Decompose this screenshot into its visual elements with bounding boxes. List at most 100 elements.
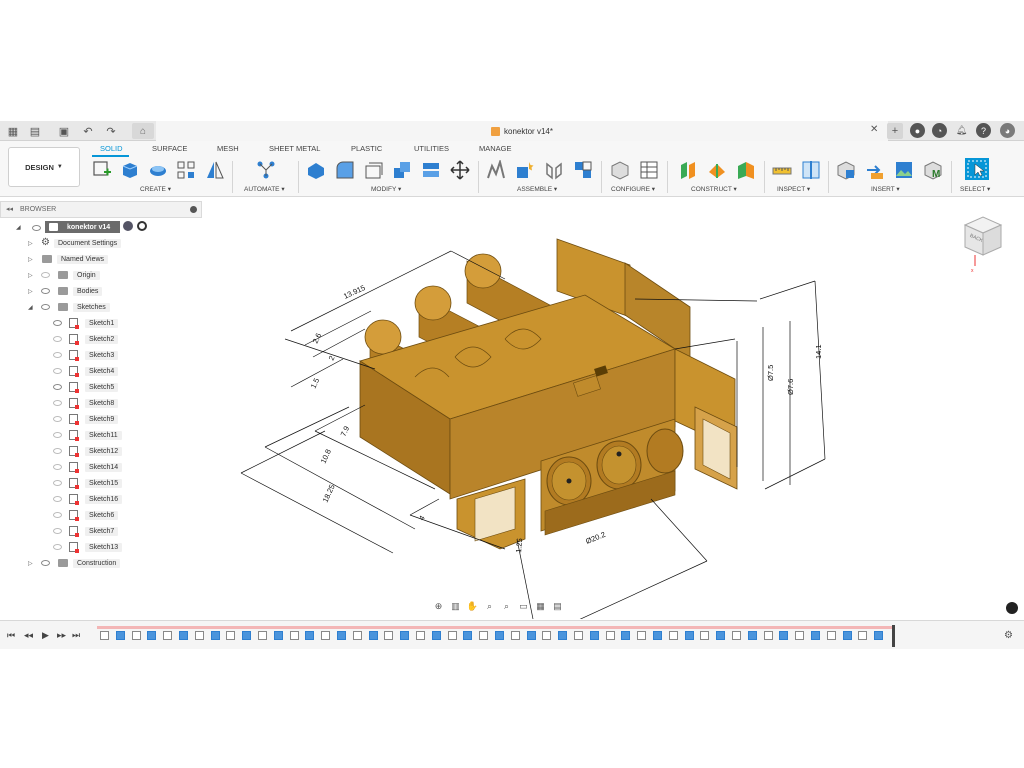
browser-node-sketch[interactable]: Sketch5 [85, 381, 119, 394]
timeline-feature-icon[interactable] [779, 631, 789, 640]
tab-solid[interactable]: SOLID [100, 144, 123, 153]
as-built-joint-icon[interactable] [544, 160, 564, 180]
plane-at-angle-icon[interactable] [707, 160, 727, 180]
browser-node-construction[interactable]: Construction [73, 557, 121, 570]
rectangular-pattern-icon[interactable] [176, 160, 196, 180]
tab-plastic[interactable]: PLASTIC [351, 144, 382, 153]
browser-node-sketch[interactable]: Sketch3 [85, 349, 119, 362]
extensions-icon[interactable]: ● [910, 123, 925, 138]
browser-node-document-settings[interactable]: Document Settings [54, 237, 122, 250]
tab-manage[interactable]: MANAGE [479, 144, 512, 153]
zoom-icon[interactable]: ⌕ [483, 600, 496, 613]
tab-surface[interactable]: SURFACE [152, 144, 187, 153]
visibility-eye-icon[interactable] [32, 225, 41, 231]
timeline-feature-icon[interactable] [400, 631, 410, 640]
timeline-feature-icon[interactable] [826, 631, 836, 640]
browser-node-sketch[interactable]: Sketch6 [85, 509, 119, 522]
timeline-feature-icon[interactable] [605, 631, 615, 640]
visibility-eye-icon[interactable] [53, 336, 62, 342]
group-create[interactable]: CREATE ▾ [140, 185, 171, 193]
view-cube[interactable]: BACK x [963, 216, 1003, 274]
group-select[interactable]: SELECT ▾ [960, 185, 990, 193]
shell-icon[interactable] [364, 160, 384, 180]
timeline-marker[interactable] [892, 625, 895, 647]
timeline-feature-icon[interactable] [226, 631, 236, 640]
revolve-icon[interactable] [148, 160, 168, 180]
visibility-eye-icon[interactable] [53, 416, 62, 422]
timeline-feature-icon[interactable] [131, 631, 141, 640]
visibility-eye-icon[interactable] [53, 528, 62, 534]
timeline-feature-icon[interactable] [637, 631, 647, 640]
automate-icon[interactable] [256, 160, 276, 180]
tab-mesh[interactable]: MESH [217, 144, 239, 153]
viewports-icon[interactable]: ▤ [551, 600, 564, 613]
timeline-feature-icon[interactable] [684, 631, 694, 640]
timeline-feature-icon[interactable] [305, 631, 315, 640]
timeline-feature-icon[interactable] [194, 631, 204, 640]
browser-node-origin[interactable]: Origin [73, 269, 100, 282]
measure-icon[interactable] [772, 160, 792, 180]
go-to-end-icon[interactable]: ⏭ [72, 630, 80, 641]
radio-active-icon[interactable] [137, 221, 147, 231]
timeline-feature-icon[interactable] [589, 631, 599, 640]
expand-icon[interactable]: ▷ [28, 256, 33, 263]
group-modify[interactable]: MODIFY ▾ [371, 185, 401, 193]
timeline-feature-icon[interactable] [811, 631, 820, 640]
group-assemble[interactable]: ASSEMBLE ▾ [517, 185, 557, 193]
joint-icon[interactable] [486, 160, 506, 180]
split-body-icon[interactable] [421, 160, 441, 180]
visibility-eye-icon[interactable] [41, 288, 50, 294]
collapse-icon[interactable]: ◢ [28, 304, 33, 311]
timeline-feature-icon[interactable] [289, 631, 299, 640]
user-avatar[interactable]: ◕ [1000, 123, 1015, 138]
timeline-feature-icon[interactable] [621, 631, 631, 640]
feedback-icon[interactable] [1006, 602, 1018, 614]
configure-icon[interactable] [610, 160, 630, 180]
job-status-icon[interactable]: ◔ [932, 123, 947, 138]
timeline-feature-icon[interactable] [447, 631, 457, 640]
timeline-feature-icon[interactable] [653, 631, 662, 640]
timeline-feature-icon[interactable] [431, 631, 441, 640]
timeline-feature-icon[interactable] [210, 631, 220, 640]
look-at-icon[interactable]: ▥ [449, 600, 462, 613]
visibility-eye-icon[interactable] [41, 560, 50, 566]
visibility-eye-icon[interactable] [53, 400, 62, 406]
press-pull-icon[interactable] [306, 160, 326, 180]
offset-plane-icon[interactable] [678, 160, 698, 180]
timeline-feature-icon[interactable] [763, 631, 773, 640]
create-sketch-icon[interactable] [92, 160, 112, 180]
browser-node-sketch[interactable]: Sketch2 [85, 333, 119, 346]
browser-node-sketch[interactable]: Sketch4 [85, 365, 119, 378]
timeline-feature-icon[interactable] [416, 631, 425, 640]
visibility-eye-icon[interactable] [53, 512, 62, 518]
group-configure[interactable]: CONFIGURE ▾ [611, 185, 655, 193]
expand-icon[interactable]: ▷ [28, 560, 33, 567]
configuration-table-icon[interactable] [639, 160, 659, 180]
timeline-feature-icon[interactable] [542, 631, 552, 640]
timeline-feature-icon[interactable] [352, 631, 362, 640]
visibility-eye-icon[interactable] [41, 272, 50, 278]
apps-grid-icon[interactable]: ▦ [5, 123, 21, 139]
group-construct[interactable]: CONSTRUCT ▾ [691, 185, 737, 193]
tab-sheet-metal[interactable]: SHEET METAL [269, 144, 320, 153]
pin-panel-icon[interactable] [190, 206, 197, 213]
timeline-feature-icon[interactable] [747, 631, 757, 640]
timeline-feature-icon[interactable] [526, 631, 536, 640]
midplane-icon[interactable] [736, 160, 756, 180]
expand-icon[interactable]: ▷ [28, 272, 33, 279]
help-icon[interactable]: ? [976, 123, 991, 138]
grid-settings-icon[interactable]: ▦ [534, 600, 547, 613]
timeline-feature-icon[interactable] [337, 631, 346, 640]
fit-view-icon[interactable]: ⌕ [500, 600, 513, 613]
browser-node-sketch[interactable]: Sketch16 [85, 493, 123, 506]
browser-node-sketch[interactable]: Sketch7 [85, 525, 119, 538]
home-tab[interactable]: ⌂ [132, 123, 154, 139]
timeline-feature-icon[interactable] [716, 631, 726, 640]
browser-node-sketch[interactable]: Sketch13 [85, 541, 123, 554]
new-tab-icon[interactable]: + [887, 123, 903, 139]
tab-utilities[interactable]: UTILITIES [414, 144, 449, 153]
browser-node-sketch[interactable]: Sketch1 [85, 317, 119, 330]
visibility-eye-icon[interactable] [53, 464, 62, 470]
timeline-feature-icon[interactable] [463, 631, 473, 640]
browser-node-sketch[interactable]: Sketch9 [85, 413, 119, 426]
